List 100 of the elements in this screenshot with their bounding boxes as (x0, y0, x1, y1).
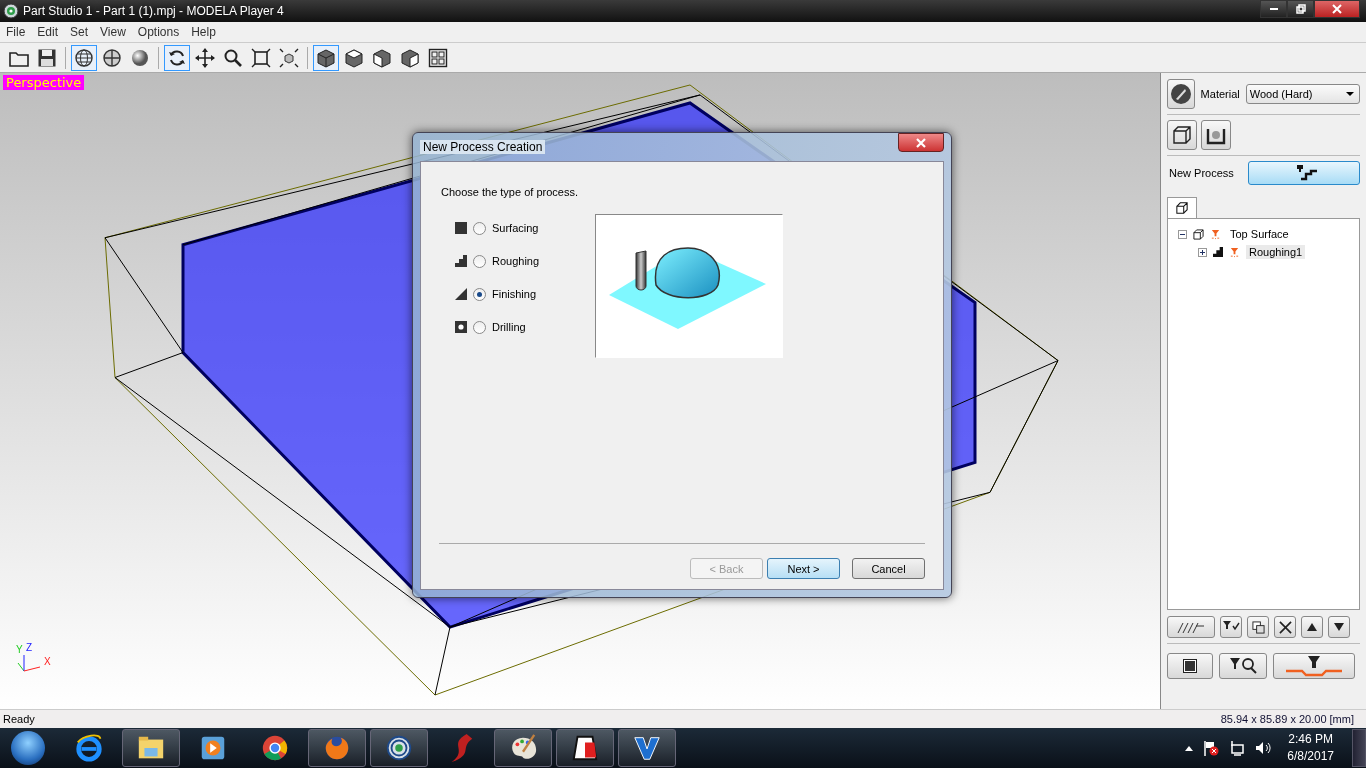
model-box-button[interactable] (1167, 120, 1197, 150)
rotate-icon (167, 47, 187, 68)
tool-check-button[interactable] (1220, 616, 1242, 638)
tool-icon (1210, 228, 1221, 240)
material-label: Material (1200, 88, 1240, 100)
zoom-icon (223, 47, 243, 68)
restore-button[interactable] (1287, 0, 1314, 18)
view-mode-label: Perspective (3, 75, 85, 90)
chrome-icon (260, 733, 290, 763)
show-hidden-icons-icon[interactable] (1185, 745, 1194, 751)
view-front-icon (372, 47, 392, 68)
finishing-icon (455, 288, 467, 300)
box-icon (1193, 228, 1204, 240)
view-top-icon (344, 47, 364, 68)
taskbar-app[interactable] (494, 729, 552, 767)
radio-button[interactable] (473, 320, 486, 334)
close-icon (1332, 4, 1342, 14)
start-orb-icon (11, 731, 45, 765)
tool-magnifier-icon (1228, 657, 1258, 675)
fit-icon (251, 47, 271, 68)
radio-button[interactable] (473, 221, 486, 235)
expander-icon[interactable] (1198, 247, 1207, 257)
new-process-button[interactable] (1248, 161, 1360, 185)
copy-button[interactable] (1247, 616, 1269, 638)
menu-item[interactable]: Set (64, 25, 95, 39)
toolbar-button[interactable] (164, 44, 190, 71)
radio-button[interactable] (473, 287, 486, 301)
browser-e-icon (74, 733, 104, 763)
roughing-icon (1213, 247, 1223, 257)
dialog-title: New Process Creation (420, 140, 546, 154)
preview-button[interactable] (1167, 653, 1213, 679)
layout-icon (428, 47, 448, 68)
delete-button[interactable] (1274, 616, 1296, 638)
menu-item[interactable]: Options (131, 25, 186, 39)
move-up-button[interactable] (1301, 616, 1323, 638)
close-button[interactable] (1314, 0, 1360, 18)
close-button[interactable] (898, 133, 944, 152)
volume-icon[interactable] (1255, 740, 1272, 756)
material-dropdown[interactable]: Wood (Hard) (1245, 84, 1360, 104)
toolpath-button[interactable] (1167, 616, 1215, 638)
shaded-icon (130, 47, 150, 68)
target-icon (3, 3, 19, 19)
pen-icon (1169, 83, 1192, 105)
taskbar-app[interactable] (308, 729, 366, 767)
toolbar-button[interactable] (71, 44, 97, 71)
copy-icon (1251, 620, 1265, 634)
dialog-button[interactable]: Next > (767, 558, 840, 579)
dialog-button[interactable]: Cancel (852, 558, 925, 579)
option-label[interactable]: Finishing (492, 288, 537, 300)
expander-icon[interactable] (1178, 229, 1187, 239)
toolbar-button[interactable] (313, 44, 339, 71)
menu-item[interactable]: View (94, 25, 132, 39)
box-icon (1171, 124, 1193, 146)
status-text: Ready (3, 713, 35, 725)
option-label[interactable]: Surfacing (492, 222, 539, 234)
clock-date: 6/8/2017 (1287, 748, 1334, 765)
save-icon (37, 47, 57, 68)
minimize-button[interactable] (1260, 0, 1287, 18)
option-label[interactable]: Roughing (492, 255, 540, 267)
up-triangle-icon (1307, 623, 1317, 631)
axis-label: X (44, 657, 51, 667)
taskbar-app[interactable] (556, 729, 614, 767)
toolpath-icon (1176, 620, 1206, 634)
tree-tab[interactable] (1167, 197, 1197, 218)
tool-icon (1229, 246, 1240, 258)
surfacing-icon (455, 222, 467, 234)
material-base-button[interactable] (1201, 120, 1231, 150)
taskbar-app[interactable] (370, 729, 428, 767)
clock-time: 2:46 PM (1288, 731, 1333, 748)
move-down-button[interactable] (1328, 616, 1350, 638)
clock[interactable]: 2:46 PM 6/8/2017 (1287, 731, 1334, 765)
action-center-flag-icon[interactable] (1203, 740, 1220, 756)
taskbar-app[interactable] (618, 729, 676, 767)
cutter-icon (570, 733, 600, 763)
tool-cutting-icon (1284, 655, 1344, 677)
new-process-label: New Process (1169, 167, 1235, 179)
section-icon (102, 47, 122, 68)
view-side-icon (400, 47, 420, 68)
tree-item[interactable]: Top Surface (1227, 227, 1292, 241)
wireframe-icon (74, 47, 94, 68)
material-button[interactable] (1167, 79, 1195, 109)
minimize-icon (1269, 8, 1278, 10)
tree-item[interactable]: Roughing1 (1246, 245, 1306, 259)
view-iso-icon (316, 47, 336, 68)
option-label[interactable]: Drilling (492, 321, 526, 333)
menu-item[interactable]: Help (185, 25, 222, 39)
menu-item[interactable]: File (0, 25, 32, 39)
radio-button[interactable] (473, 254, 486, 268)
window-title: Part Studio 1 - Part 1 (1).mpj - MODELA Player 4 (23, 4, 284, 18)
taskbar-app[interactable] (122, 729, 180, 767)
network-icon[interactable] (1229, 740, 1246, 756)
tool-search-button[interactable] (1219, 653, 1267, 679)
axis-label: Z (26, 643, 33, 653)
drilling-icon (455, 321, 467, 333)
cut-button[interactable] (1273, 653, 1355, 679)
roughing-icon (455, 255, 467, 267)
target-icon (384, 733, 414, 763)
axis-label: Y (16, 645, 23, 655)
restore-icon (1295, 4, 1306, 14)
menu-item[interactable]: Edit (31, 25, 65, 39)
